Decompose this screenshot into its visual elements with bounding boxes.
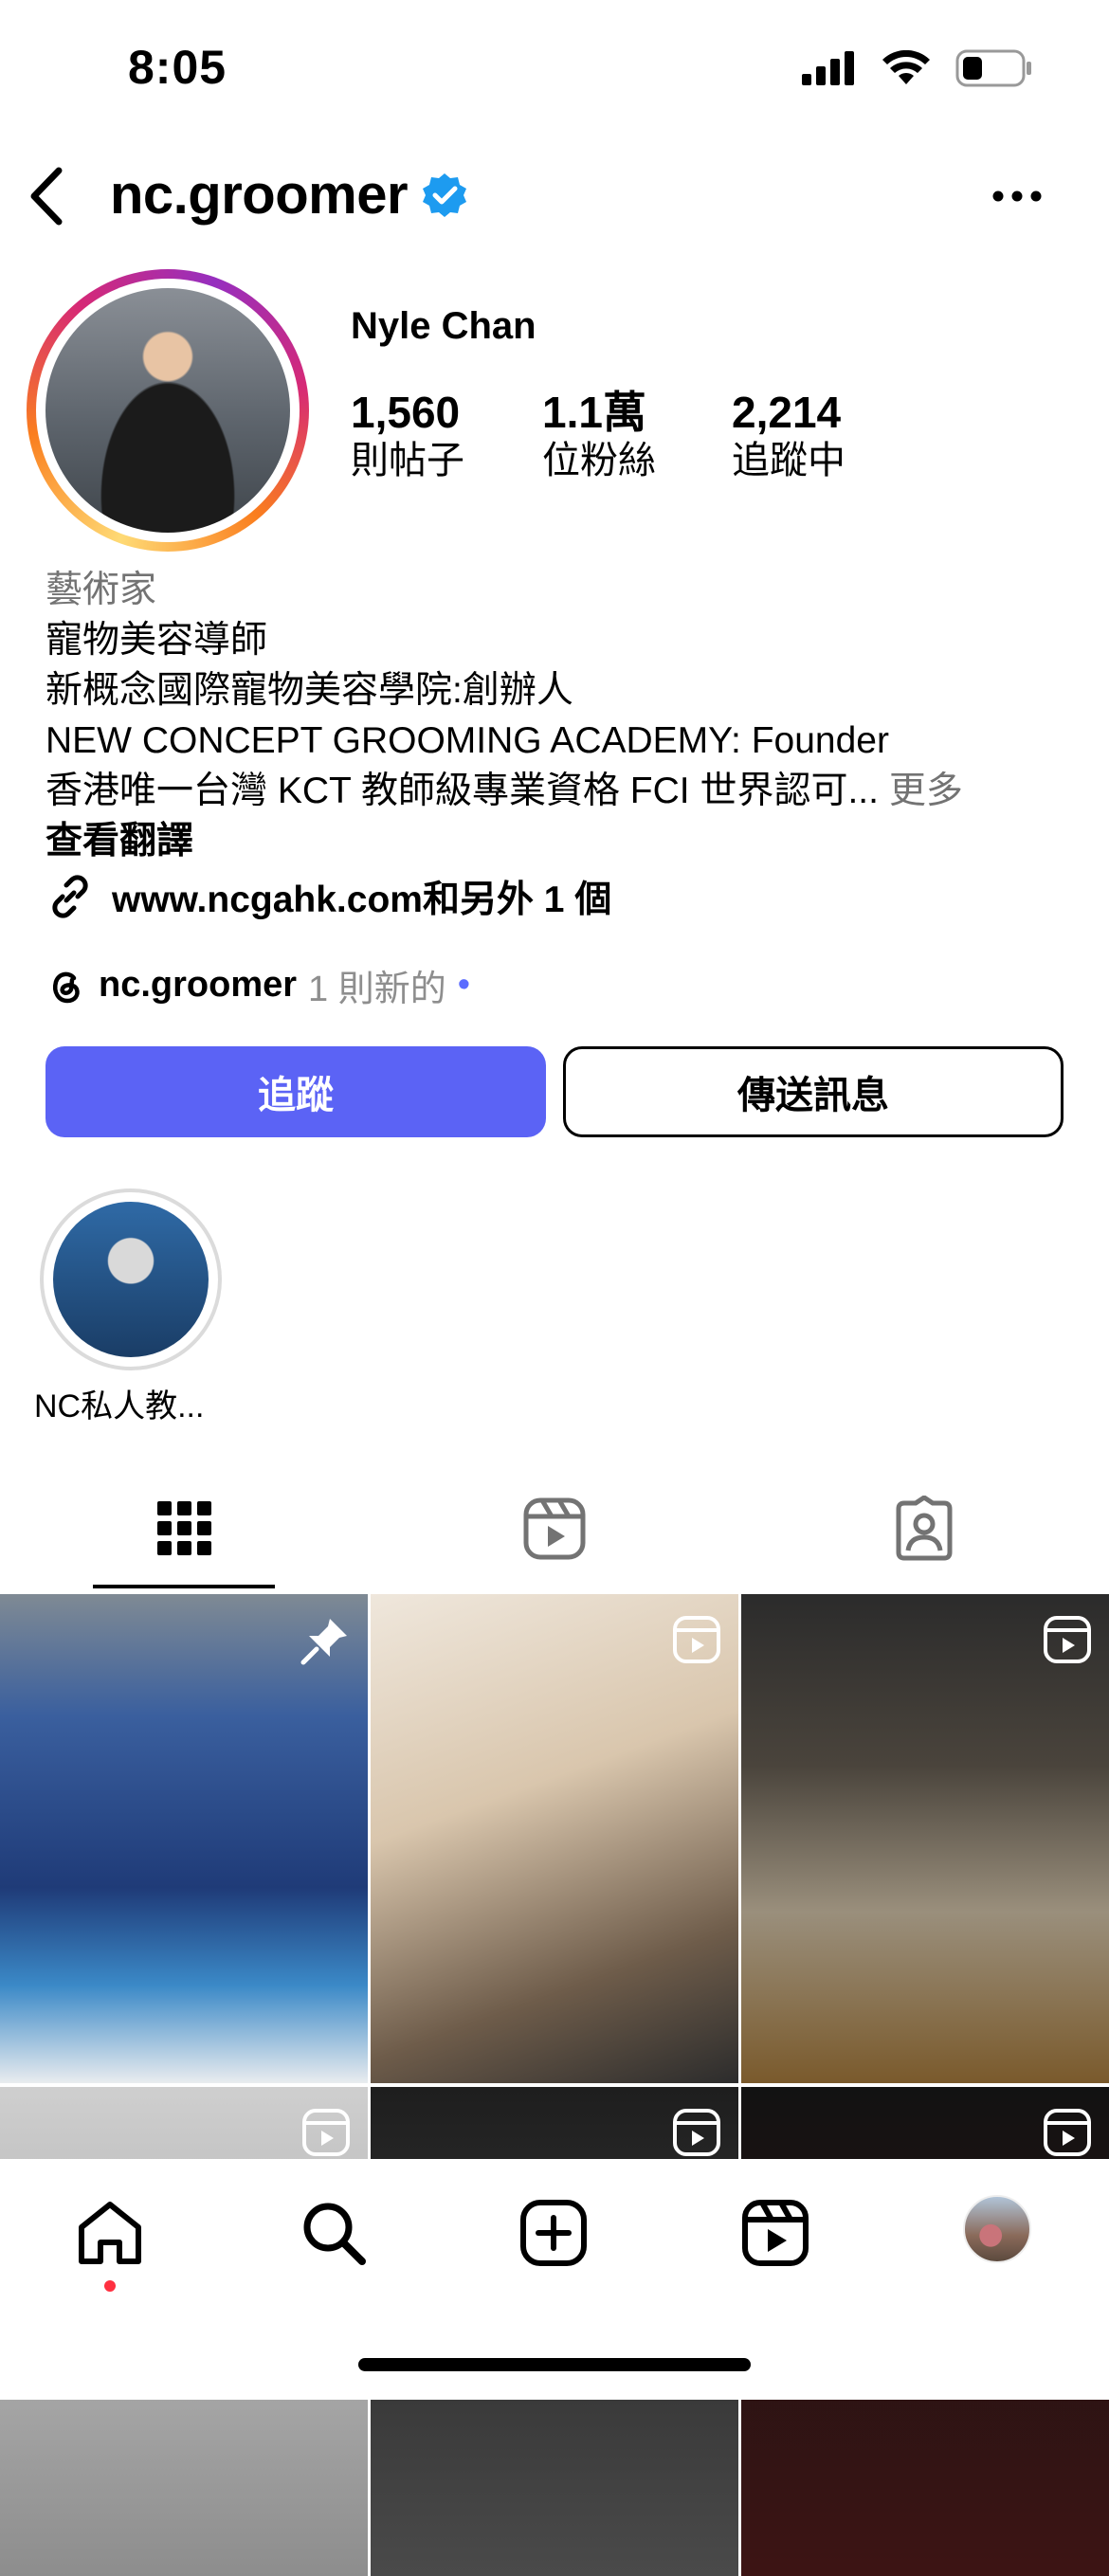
bio-line: 寵物美容導師 xyxy=(45,620,268,661)
home-icon xyxy=(79,2202,141,2264)
stat-following-label: 追蹤中 xyxy=(732,439,845,481)
battery-icon xyxy=(955,49,1031,87)
nav-search[interactable] xyxy=(298,2197,370,2274)
grid-icon xyxy=(157,1501,211,1555)
pin-icon xyxy=(300,1619,347,1665)
profile-full-name: Nyle Chan xyxy=(351,305,536,347)
search-icon xyxy=(303,2203,366,2265)
nav-reels[interactable] xyxy=(739,2197,811,2274)
reels-icon xyxy=(523,1497,586,1560)
stat-posts: 1,560 則帖子 xyxy=(351,389,464,484)
chevron-left-icon xyxy=(30,167,63,226)
tab-reels[interactable] xyxy=(521,1496,588,1562)
username-title: nc.groomer xyxy=(110,164,409,226)
bio-line: 香港唯一台灣 KCT 教師級專業資格 FCI 世界認可... xyxy=(45,771,879,811)
stat-posts-label: 則帖子 xyxy=(351,439,464,481)
post-thumbnail[interactable] xyxy=(741,1594,1109,2083)
stat-followers[interactable]: 1.1萬 位粉絲 xyxy=(542,389,656,484)
threads-new-dot: • xyxy=(457,965,471,1005)
more-options-button[interactable] xyxy=(991,190,1043,208)
home-notification-dot xyxy=(104,2280,116,2292)
back-button[interactable] xyxy=(21,163,78,229)
threads-badge[interactable]: nc.groomer 1 則新的 • xyxy=(45,959,470,1011)
reel-badge-icon xyxy=(673,2109,720,2156)
nav-profile-avatar[interactable] xyxy=(963,2195,1031,2263)
stat-followers-label: 位粉絲 xyxy=(542,439,656,481)
threads-icon xyxy=(53,971,80,1003)
more-horizontal-icon xyxy=(992,190,1042,202)
story-highlight[interactable] xyxy=(40,1188,222,1370)
stat-posts-value: 1,560 xyxy=(351,388,461,437)
verified-badge-icon xyxy=(423,172,467,217)
avatar-photo xyxy=(45,288,290,533)
profile-username-header: nc.groomer xyxy=(110,163,468,227)
post-thumbnail[interactable] xyxy=(0,1594,368,2083)
threads-new-count: 1 則新的 xyxy=(308,970,446,1009)
bio-more-link[interactable]: 更多 xyxy=(889,771,963,811)
profile-avatar[interactable] xyxy=(27,269,309,552)
link-icon xyxy=(52,875,88,918)
reel-badge-icon xyxy=(1044,1616,1091,1663)
status-time: 8:05 xyxy=(128,41,227,94)
reel-badge-icon xyxy=(673,1616,720,1663)
bio-line: NEW CONCEPT GROOMING ACADEMY: Founder xyxy=(45,720,889,761)
reel-badge-icon xyxy=(302,2109,350,2156)
nav-home[interactable] xyxy=(74,2197,146,2274)
see-translation-link[interactable]: 查看翻譯 xyxy=(45,816,1069,866)
status-icons xyxy=(802,49,1033,87)
active-tab-indicator xyxy=(93,1585,275,1588)
nav-create[interactable] xyxy=(518,2197,590,2274)
external-link-text: www.ncgahk.com和另外 1 個 xyxy=(112,880,612,920)
tagged-icon xyxy=(896,1495,953,1561)
reel-badge-icon xyxy=(1044,2109,1091,2156)
stat-followers-value: 1.1萬 xyxy=(542,388,646,437)
profile-bio: 藝術家 寵物美容導師 新概念國際寵物美容學院:創辦人 NEW CONCEPT G… xyxy=(45,565,1069,866)
reels-icon xyxy=(742,2200,809,2266)
highlight-cover xyxy=(53,1202,209,1357)
create-icon xyxy=(520,2200,587,2266)
external-link[interactable]: www.ncgahk.com和另外 1 個 xyxy=(45,870,611,923)
follow-button[interactable]: 追蹤 xyxy=(45,1046,546,1137)
stat-following-value: 2,214 xyxy=(732,388,842,437)
post-thumbnail[interactable] xyxy=(371,1594,738,2083)
threads-handle: nc.groomer xyxy=(99,965,298,1005)
stat-following[interactable]: 2,214 追蹤中 xyxy=(732,389,845,484)
wifi-icon xyxy=(882,50,930,84)
tab-posts-grid[interactable] xyxy=(152,1496,218,1562)
bio-category: 藝術家 xyxy=(45,570,157,610)
highlight-label: NC私人教... xyxy=(34,1388,205,1424)
home-indicator[interactable] xyxy=(358,2358,751,2371)
message-button[interactable]: 傳送訊息 xyxy=(563,1046,1064,1137)
tab-tagged[interactable] xyxy=(891,1495,957,1562)
signal-icon xyxy=(802,51,854,85)
bio-line: 新概念國際寵物美容學院:創辦人 xyxy=(45,670,573,711)
